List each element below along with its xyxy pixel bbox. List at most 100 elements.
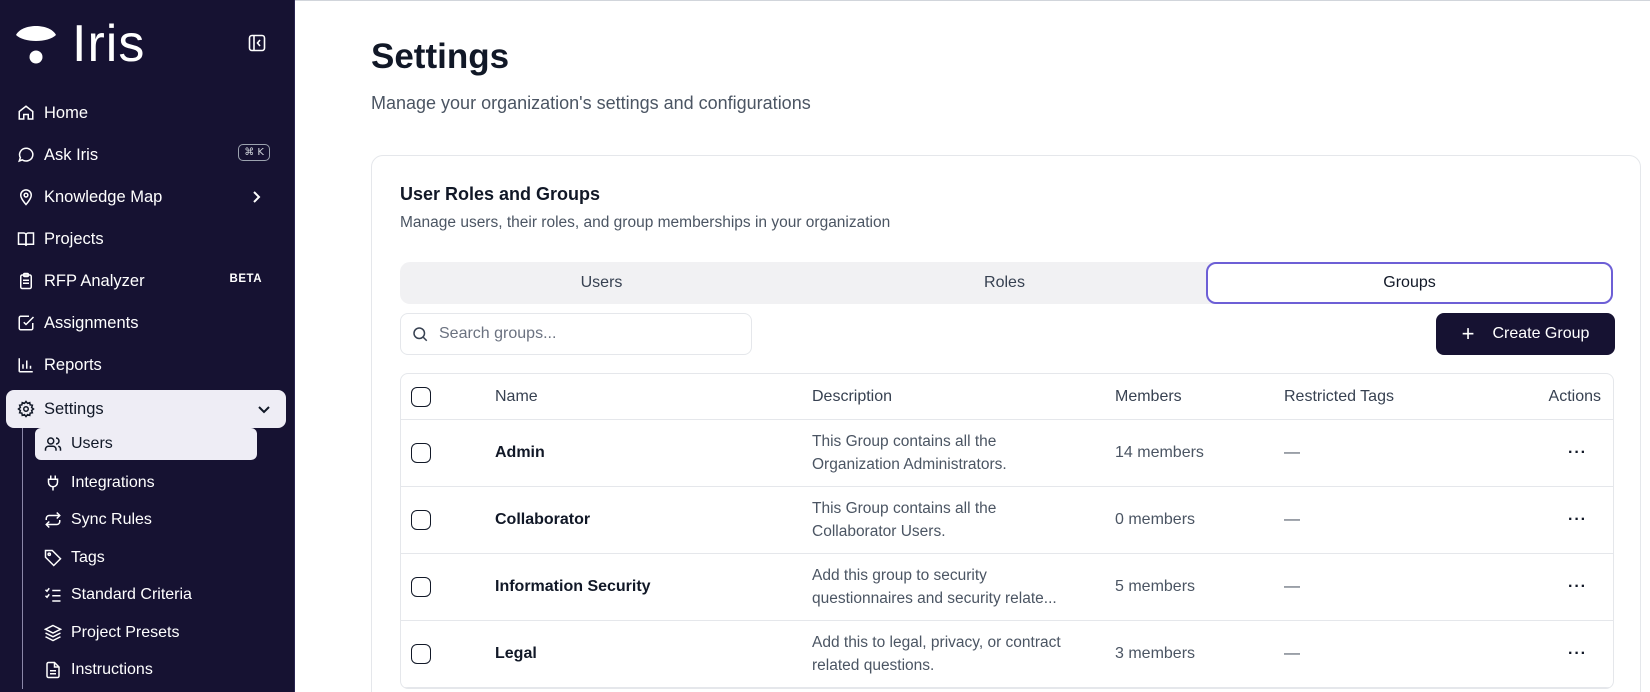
map-pin-icon bbox=[16, 187, 36, 207]
groups-table: Name Description Members Restricted Tags… bbox=[400, 373, 1614, 689]
subnav-item-tags[interactable]: Tags bbox=[35, 539, 262, 577]
subnav-item-users[interactable]: Users bbox=[35, 428, 257, 460]
column-header-description: Description bbox=[812, 388, 893, 405]
subnav-item-project-presets[interactable]: Project Presets bbox=[35, 614, 262, 652]
row-actions-menu-icon[interactable]: ··· bbox=[1568, 645, 1601, 662]
nav-item-reports[interactable]: Reports bbox=[6, 344, 286, 386]
page-subtitle: Manage your organization's settings and … bbox=[371, 93, 811, 113]
row-actions-menu-icon[interactable]: ··· bbox=[1568, 444, 1601, 461]
group-members: 3 members bbox=[1115, 645, 1196, 662]
subnav-label: Users bbox=[71, 435, 113, 452]
tab-bar: Users Roles Groups bbox=[400, 262, 1613, 304]
collapse-sidebar-icon[interactable] bbox=[248, 34, 266, 52]
nav-label: Reports bbox=[44, 355, 102, 374]
nav-item-projects[interactable]: Projects bbox=[6, 218, 286, 260]
table-row[interactable]: Admin This Group contains all the Organiz… bbox=[401, 420, 1613, 487]
group-members: 14 members bbox=[1115, 444, 1204, 461]
main-content: Settings Manage your organization's sett… bbox=[295, 0, 1650, 692]
search-icon bbox=[413, 327, 428, 342]
group-name[interactable]: Legal bbox=[495, 645, 812, 663]
subnav-label: Instructions bbox=[71, 661, 153, 679]
column-header-members[interactable]: Members bbox=[1115, 388, 1284, 406]
nav-item-assignments[interactable]: Assignments bbox=[6, 302, 286, 344]
group-members: 0 members bbox=[1115, 511, 1196, 528]
user-roles-groups-card: User Roles and Groups Manage users, thei… bbox=[371, 155, 1641, 692]
iris-logo[interactable]: Iris bbox=[14, 18, 145, 70]
nav-label: Home bbox=[44, 103, 89, 122]
group-description: This Group contains all the Collaborator … bbox=[812, 500, 997, 540]
table-header-row: Name Description Members Restricted Tags… bbox=[401, 374, 1613, 420]
nav-item-home[interactable]: Home bbox=[6, 92, 286, 134]
nav-item-knowledge-map[interactable]: Knowledge Map bbox=[6, 176, 286, 218]
bar-chart-icon bbox=[16, 355, 36, 375]
subnav-item-instructions[interactable]: Instructions bbox=[35, 652, 262, 690]
table-row[interactable]: Information Security Add this group to s… bbox=[401, 554, 1613, 621]
nav-label: RFP Analyzer bbox=[44, 271, 145, 290]
group-restricted-tags: — bbox=[1284, 578, 1300, 595]
group-restricted-tags: — bbox=[1284, 511, 1300, 528]
tab-roles[interactable]: Roles bbox=[803, 262, 1206, 304]
subnav-label: Integrations bbox=[71, 473, 155, 491]
tag-icon bbox=[43, 548, 63, 568]
group-description: Add this to legal, privacy, or contract r… bbox=[812, 634, 1061, 674]
book-icon bbox=[16, 229, 36, 249]
nav-label: Projects bbox=[44, 229, 104, 248]
page-title: Settings bbox=[371, 37, 510, 76]
checklist-icon bbox=[43, 585, 63, 605]
chat-icon bbox=[16, 145, 36, 165]
tab-users[interactable]: Users bbox=[400, 262, 803, 304]
nav-label: Assignments bbox=[44, 313, 139, 332]
create-group-label: Create Group bbox=[1492, 325, 1590, 342]
row-checkbox[interactable] bbox=[411, 644, 431, 664]
group-restricted-tags: — bbox=[1284, 444, 1300, 461]
select-all-checkbox[interactable] bbox=[411, 386, 431, 407]
group-name[interactable]: Information Security bbox=[495, 578, 812, 596]
card-subtitle: Manage users, their roles, and group mem… bbox=[400, 214, 891, 231]
chevron-right-icon bbox=[253, 191, 261, 203]
row-actions-menu-icon[interactable]: ··· bbox=[1568, 578, 1601, 595]
group-restricted-tags: — bbox=[1284, 645, 1300, 662]
subnav-item-sync-rules[interactable]: Sync Rules bbox=[35, 502, 262, 540]
table-row[interactable]: Legal Add this to legal, privacy, or con… bbox=[401, 621, 1613, 688]
create-group-button[interactable]: + Create Group bbox=[1436, 313, 1615, 355]
group-description: This Group contains all the Organization … bbox=[812, 433, 1007, 473]
subnav-label: Project Presets bbox=[71, 623, 180, 641]
beta-badge: BETA bbox=[229, 273, 262, 285]
row-actions-menu-icon[interactable]: ··· bbox=[1568, 511, 1601, 528]
nav-label: Knowledge Map bbox=[44, 187, 163, 206]
row-checkbox[interactable] bbox=[411, 577, 431, 597]
subnav-item-standard-criteria[interactable]: Standard Criteria bbox=[35, 577, 262, 615]
group-name[interactable]: Collaborator bbox=[495, 511, 812, 529]
group-members: 5 members bbox=[1115, 578, 1196, 595]
users-icon bbox=[43, 434, 63, 454]
row-checkbox[interactable] bbox=[411, 510, 431, 530]
table-row[interactable]: Collaborator This Group contains all the… bbox=[401, 487, 1613, 554]
main-nav: Home Ask Iris ⌘ K Knowledge Map Projects… bbox=[6, 92, 286, 428]
settings-subnav: Users Integrations Sync Rules Tags Stand… bbox=[22, 428, 262, 689]
row-checkbox[interactable] bbox=[411, 443, 431, 463]
nav-item-rfp-analyzer[interactable]: RFP Analyzer BETA bbox=[6, 260, 286, 302]
chevron-down-icon bbox=[258, 406, 270, 414]
group-name[interactable]: Admin bbox=[495, 444, 812, 462]
clipboard-icon bbox=[16, 271, 36, 291]
home-icon bbox=[16, 103, 36, 123]
layers-icon bbox=[43, 623, 63, 643]
plug-icon bbox=[43, 473, 63, 493]
plus-icon: + bbox=[1461, 321, 1475, 346]
column-header-actions: Actions bbox=[1548, 387, 1601, 405]
nav-item-settings[interactable]: Settings bbox=[6, 390, 286, 428]
column-header-restricted-tags: Restricted Tags bbox=[1284, 387, 1394, 405]
keyboard-shortcut-badge: ⌘ K bbox=[238, 144, 270, 161]
column-header-name[interactable]: Name bbox=[495, 388, 812, 406]
subnav-label: Sync Rules bbox=[71, 511, 152, 529]
tab-groups[interactable]: Groups bbox=[1206, 262, 1613, 304]
gear-icon bbox=[16, 399, 36, 419]
subnav-item-integrations[interactable]: Integrations bbox=[35, 464, 262, 502]
sync-icon bbox=[43, 510, 63, 530]
card-title: User Roles and Groups bbox=[400, 184, 601, 204]
search-input[interactable] bbox=[439, 325, 739, 343]
check-square-icon bbox=[16, 313, 36, 333]
nav-label: Ask Iris bbox=[44, 145, 99, 164]
app-name: Iris bbox=[72, 15, 146, 73]
nav-item-ask-iris[interactable]: Ask Iris ⌘ K bbox=[6, 134, 286, 176]
